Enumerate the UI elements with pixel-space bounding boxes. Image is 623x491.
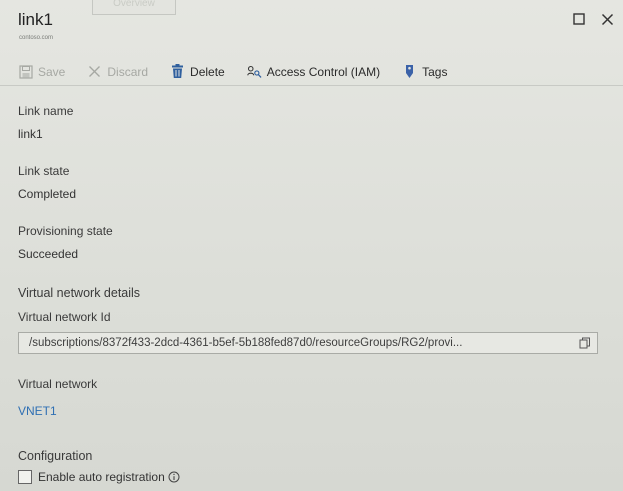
trash-icon — [170, 64, 185, 79]
maximize-icon — [573, 13, 585, 25]
provisioning-state-value: Succeeded — [18, 247, 79, 261]
delete-button[interactable]: Delete — [170, 64, 225, 79]
discard-icon — [87, 64, 102, 79]
copy-icon — [579, 337, 590, 349]
access-control-label: Access Control (IAM) — [266, 64, 381, 79]
vnet-id-value: /subscriptions/8372f433-2dcd-4361-b5ef-5… — [29, 337, 463, 349]
maximize-button[interactable] — [571, 11, 587, 27]
vnet-label: Virtual network — [18, 377, 98, 391]
copy-button[interactable] — [575, 333, 595, 353]
save-button[interactable]: Save — [18, 64, 65, 79]
info-icon[interactable] — [168, 471, 180, 483]
window-controls — [571, 11, 615, 27]
tag-icon — [402, 64, 417, 79]
close-button[interactable] — [599, 11, 615, 27]
vnet-details-heading: Virtual network details — [18, 286, 141, 300]
panel-subtitle: contoso.com — [19, 35, 54, 41]
vnet-link[interactable]: VNET1 — [18, 404, 57, 418]
users-key-icon — [246, 64, 262, 79]
auto-registration-label: Enable auto registration — [38, 470, 165, 484]
link-name-value: link1 — [18, 127, 43, 141]
link-state-field: Link state Completed — [18, 164, 76, 201]
close-icon — [601, 13, 613, 25]
tags-button[interactable]: Tags — [402, 64, 447, 79]
link-name-label: Link name — [18, 104, 74, 118]
save-label: Save — [38, 64, 66, 79]
discard-button[interactable]: Discard — [87, 64, 148, 79]
link-name-field: Link name link1 — [18, 104, 73, 141]
overview-tab[interactable]: Overview — [92, 0, 176, 15]
link-state-label: Link state — [18, 164, 70, 178]
discard-label: Discard — [107, 64, 149, 79]
tags-label: Tags — [422, 64, 448, 79]
provisioning-state-field: Provisioning state Succeeded — [18, 224, 113, 261]
access-control-button[interactable]: Access Control (IAM) — [246, 64, 381, 79]
link-state-value: Completed — [18, 187, 77, 201]
vnet-id-field[interactable]: /subscriptions/8372f433-2dcd-4361-b5ef-5… — [18, 332, 598, 354]
command-toolbar: Save Discard Delete Access Control (IAM)… — [0, 58, 623, 86]
configuration-heading: Configuration — [18, 449, 93, 463]
delete-label: Delete — [190, 64, 225, 79]
provisioning-state-label: Provisioning state — [18, 224, 113, 238]
auto-registration-checkbox[interactable] — [18, 470, 32, 484]
auto-registration-row: Enable auto registration — [18, 470, 180, 484]
panel-title: link1 — [18, 10, 53, 29]
save-icon — [18, 64, 33, 79]
vnet-id-label: Virtual network Id — [18, 310, 111, 324]
resource-panel: Overview link1 contoso.com Save Discard … — [0, 0, 623, 491]
